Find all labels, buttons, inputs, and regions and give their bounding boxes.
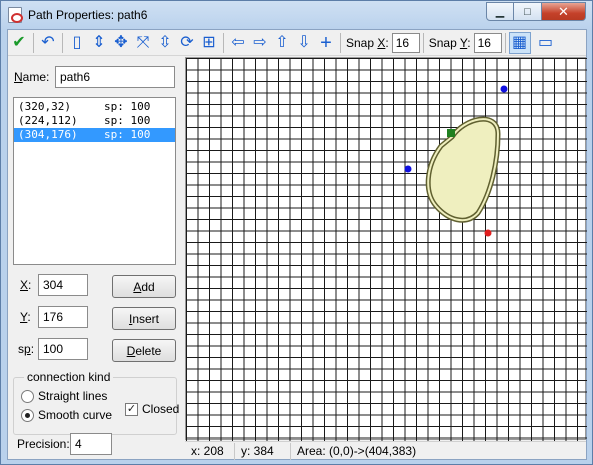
shift-path-icon[interactable]: ✥ (110, 32, 132, 54)
minimize-button[interactable]: ▁ (486, 2, 514, 21)
maximize-button[interactable]: □ (514, 2, 542, 21)
merge-path-icon[interactable]: ⊞ (198, 32, 220, 54)
point-list[interactable]: (320,32) sp: 100 (224,112) sp: 100 (304,176)… (13, 97, 176, 265)
toolbar: ✔ ↶ ▯ ⇕ ✥ ⤧ ⇳ ⟳ ⊞ ⇦ ⇨ ⇧ ⇩ + Snap X: 16 S… (8, 30, 586, 56)
straight-lines-label: Straight lines (38, 389, 108, 403)
clear-path-icon[interactable]: ▯ (66, 32, 88, 54)
point-coordinates: (304,176) (18, 128, 78, 141)
ok-check-icon[interactable]: ✔ (8, 32, 30, 54)
y-label: Y: (20, 310, 31, 324)
radio-on-icon[interactable] (21, 408, 34, 422)
grid-toggle-icon[interactable]: ▦ (508, 31, 531, 54)
y-coordinate-input[interactable]: 176 (38, 306, 88, 328)
point-coordinates: (320,32) (18, 100, 71, 113)
rotate-path-icon[interactable]: ⟳ (176, 32, 198, 54)
precision-label: Precision: (17, 437, 70, 451)
shift-up-arrow-icon[interactable]: ⇧ (271, 32, 293, 54)
snap-y-label: Snap Y: (428, 35, 471, 50)
snap-x-input[interactable]: 16 (391, 32, 420, 53)
point-list-item[interactable]: (320,32) sp: 100 (14, 100, 175, 114)
speed-input[interactable]: 100 (38, 338, 88, 360)
dialog-client-area: ✔ ↶ ▯ ⇕ ✥ ⤧ ⇳ ⟳ ⊞ ⇦ ⇨ ⇧ ⇩ + Snap X: 16 S… (7, 29, 587, 460)
app-icon (8, 7, 23, 23)
toolbar-separator (223, 32, 224, 53)
status-area: Area: (0,0)->(404,383) (297, 444, 417, 458)
point-speed: sp: 100 (104, 114, 151, 127)
scale-path-icon[interactable]: ⤧ (132, 32, 154, 54)
undo-icon[interactable]: ↶ (37, 32, 59, 54)
precision-input[interactable]: 4 (70, 433, 112, 455)
x-coordinate-input[interactable]: 304 (38, 274, 88, 296)
x-label: X: (20, 278, 32, 292)
mirror-path-icon[interactable]: ⇳ (154, 32, 176, 54)
toolbar-separator (340, 32, 341, 53)
path-point-1[interactable] (500, 85, 508, 93)
snap-y-input[interactable]: 16 (473, 32, 502, 53)
shift-down-arrow-icon[interactable]: ⇩ (293, 32, 315, 54)
closed-checkbox[interactable]: ✓ Closed (125, 402, 179, 416)
grid-lines (186, 58, 587, 441)
radio-off-icon[interactable] (21, 389, 34, 403)
straight-lines-radio[interactable]: Straight lines (21, 389, 107, 403)
status-y: y: 384 (235, 442, 291, 460)
path-start-marker (447, 129, 455, 137)
snap-x-label: Snap X: (346, 35, 389, 50)
toolbar-separator (422, 32, 424, 53)
shift-left-arrow-icon[interactable]: ⇦ (227, 32, 249, 54)
point-speed: sp: 100 (104, 128, 151, 141)
status-bar: x: 208 y: 384 Area: (0,0)->(404,383) (185, 441, 586, 460)
point-list-item[interactable]: (224,112) sp: 100 (14, 114, 175, 128)
point-coordinates: (224,112) (18, 114, 78, 127)
window-title: Path Properties: path6 (28, 8, 148, 22)
properties-panel: Name: path6 (320,32) sp: 100 (224,112) sp: … (8, 57, 184, 460)
close-button[interactable]: ✕ (542, 2, 586, 21)
closed-label: Closed (142, 402, 180, 416)
toolbar-separator (62, 32, 63, 53)
title-bar[interactable]: Path Properties: path6 ▁ □ ✕ (1, 1, 592, 29)
reverse-path-icon[interactable]: ⇕ (88, 32, 110, 54)
path-point-2[interactable] (404, 165, 412, 173)
add-point-button[interactable]: Add (112, 275, 176, 298)
name-input[interactable]: path6 (55, 66, 175, 88)
toolbar-separator (33, 32, 34, 53)
smooth-curve-label: Smooth curve (38, 408, 113, 422)
path-point-selected[interactable] (484, 229, 492, 237)
connection-kind-label: connection kind (24, 370, 114, 384)
path-editor-canvas[interactable] (185, 57, 587, 441)
window-controls: ▁ □ ✕ (486, 2, 586, 21)
grid-canvas-svg[interactable] (186, 58, 587, 441)
speed-label: sp: (18, 342, 35, 356)
show-room-icon[interactable]: ▭ (535, 32, 557, 54)
point-list-item[interactable]: (304,176) sp: 100 (14, 128, 175, 142)
path-properties-window: Path Properties: path6 ▁ □ ✕ ✔ ↶ ▯ ⇕ ✥ ⤧… (0, 0, 593, 465)
connection-kind-group: connection kind Straight lines Smooth cu… (13, 370, 179, 435)
toolbar-separator (504, 32, 506, 53)
shift-right-arrow-icon[interactable]: ⇨ (249, 32, 271, 54)
point-speed: sp: 100 (104, 100, 151, 113)
path-curve[interactable] (425, 116, 501, 223)
name-label: Name: (14, 70, 50, 84)
status-x: x: 208 (185, 442, 235, 460)
insert-point-button[interactable]: Insert (112, 307, 176, 330)
center-view-icon[interactable]: + (315, 32, 337, 54)
delete-point-button[interactable]: Delete (112, 339, 176, 362)
checkmark-icon[interactable]: ✓ (125, 402, 138, 416)
smooth-curve-radio[interactable]: Smooth curve (21, 408, 112, 422)
